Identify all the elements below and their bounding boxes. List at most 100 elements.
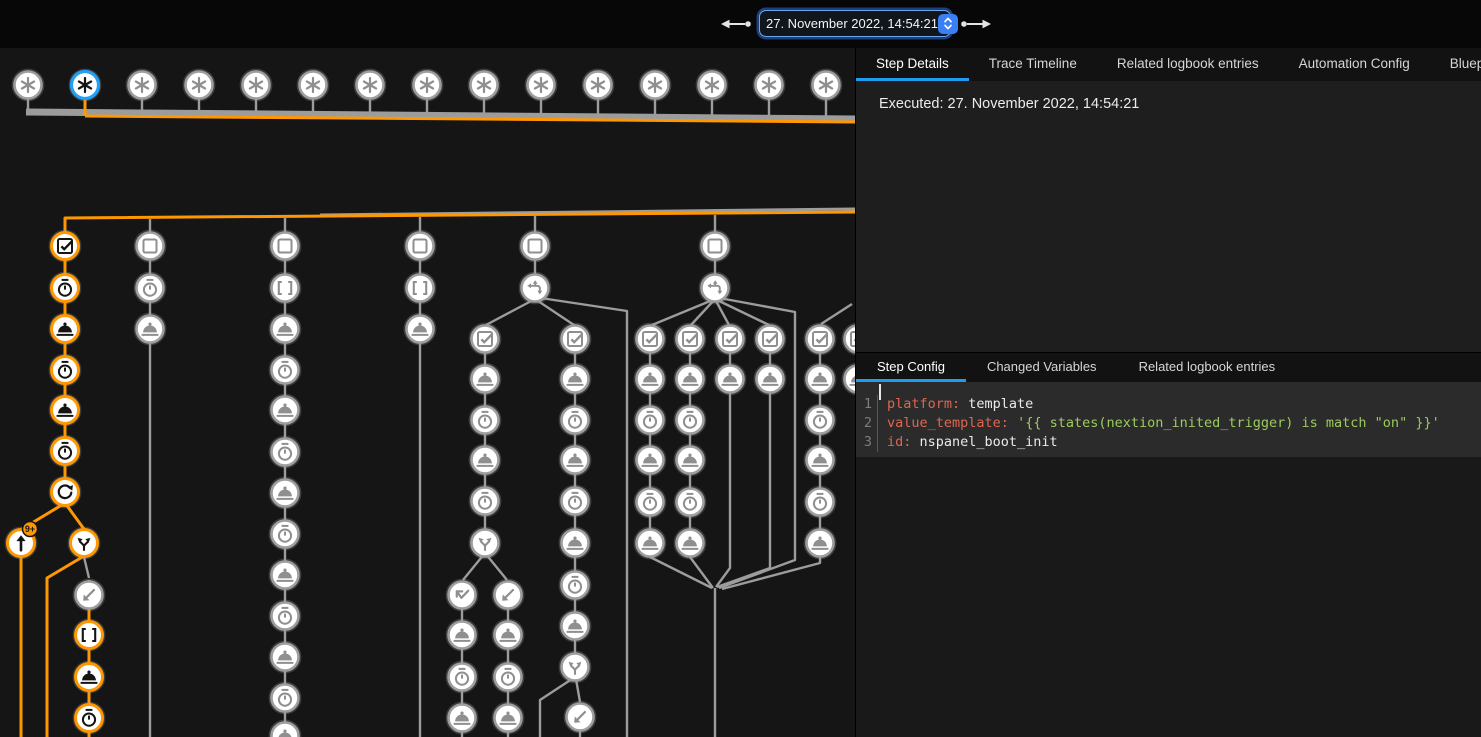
trace-node-timer[interactable] bbox=[50, 273, 80, 303]
trace-node-timer[interactable] bbox=[560, 405, 590, 435]
trace-node-timer[interactable] bbox=[560, 570, 590, 600]
run-date-select[interactable]: 27. November 2022, 14:54:21 bbox=[759, 10, 951, 37]
trace-node-asterisk[interactable] bbox=[355, 70, 385, 100]
trace-node-choose-arrows[interactable] bbox=[700, 273, 730, 303]
trace-node-timer[interactable] bbox=[470, 405, 500, 435]
tab-trace-timeline[interactable]: Trace Timeline bbox=[969, 48, 1097, 81]
trace-node-checkbox-marked[interactable] bbox=[805, 324, 835, 354]
trace-node-asterisk[interactable] bbox=[754, 70, 784, 100]
trace-node-room-service-bell[interactable] bbox=[560, 445, 590, 475]
trace-node-asterisk[interactable] bbox=[811, 70, 841, 100]
trace-node-checkbox-blank[interactable] bbox=[520, 231, 550, 261]
trace-node-asterisk[interactable] bbox=[640, 70, 670, 100]
trace-node-checkbox-blank[interactable] bbox=[700, 231, 730, 261]
trace-node-room-service-bell[interactable] bbox=[470, 445, 500, 475]
trace-node-room-service-bell[interactable] bbox=[270, 560, 300, 590]
yaml-code-editor[interactable]: 1platform: template2value_template: '{{ … bbox=[856, 382, 1481, 457]
trace-node-checkbox-marked[interactable] bbox=[560, 324, 590, 354]
trace-node-timer[interactable] bbox=[805, 487, 835, 517]
trace-node-code-brackets[interactable] bbox=[405, 273, 435, 303]
trace-node-room-service-bell[interactable] bbox=[405, 314, 435, 344]
trace-node-timer[interactable] bbox=[135, 273, 165, 303]
trace-node-room-service-bell[interactable] bbox=[470, 364, 500, 394]
trace-node-timer[interactable] bbox=[635, 405, 665, 435]
trace-node-arrow-bottom-left[interactable] bbox=[493, 580, 523, 610]
trace-node-checkbox-marked[interactable] bbox=[675, 324, 705, 354]
trace-node-timer[interactable] bbox=[50, 436, 80, 466]
tab-related-logbook-entries[interactable]: Related logbook entries bbox=[1118, 353, 1297, 382]
tab-changed-variables[interactable]: Changed Variables bbox=[966, 353, 1118, 382]
trace-node-asterisk[interactable] bbox=[583, 70, 613, 100]
trace-node-asterisk[interactable] bbox=[298, 70, 328, 100]
trace-node-room-service-bell[interactable] bbox=[635, 364, 665, 394]
trace-node-room-service-bell[interactable] bbox=[755, 364, 785, 394]
trace-node-room-service-bell[interactable] bbox=[50, 314, 80, 344]
trace-node-arrow-bottom-left[interactable] bbox=[74, 580, 104, 610]
tab-related-logbook-entries[interactable]: Related logbook entries bbox=[1097, 48, 1279, 81]
trace-node-code-brackets[interactable] bbox=[270, 273, 300, 303]
trace-node-room-service-bell[interactable] bbox=[560, 611, 590, 641]
trace-node-checkbox-marked[interactable] bbox=[50, 231, 80, 261]
trace-node-asterisk[interactable] bbox=[412, 70, 442, 100]
trace-node-timer[interactable] bbox=[270, 355, 300, 385]
trace-node-timer[interactable] bbox=[447, 662, 477, 692]
trace-node-room-service-bell[interactable] bbox=[270, 314, 300, 344]
trace-node-code-brackets[interactable] bbox=[74, 620, 104, 650]
tab-automation-config[interactable]: Automation Config bbox=[1279, 48, 1430, 81]
trace-node-room-service-bell[interactable] bbox=[135, 314, 165, 344]
trace-node-call-missed[interactable] bbox=[447, 580, 477, 610]
trace-node-room-service-bell[interactable] bbox=[270, 478, 300, 508]
trace-node-checkbox-marked[interactable] bbox=[843, 324, 855, 354]
trace-node-asterisk[interactable] bbox=[697, 70, 727, 100]
trace-node-arrow-decision[interactable] bbox=[560, 652, 590, 682]
trace-node-room-service-bell[interactable] bbox=[715, 364, 745, 394]
trace-node-checkbox-marked[interactable] bbox=[470, 324, 500, 354]
trace-node-timer[interactable] bbox=[560, 486, 590, 516]
trace-node-checkbox-marked[interactable] bbox=[715, 324, 745, 354]
trace-node-timer[interactable] bbox=[675, 405, 705, 435]
trace-node-timer[interactable] bbox=[635, 487, 665, 517]
trace-node-asterisk[interactable] bbox=[127, 70, 157, 100]
trace-node-room-service-bell[interactable] bbox=[805, 528, 835, 558]
trace-node-choose-arrows[interactable] bbox=[520, 273, 550, 303]
trace-node-checkbox-marked[interactable] bbox=[755, 324, 785, 354]
trace-node-timer[interactable] bbox=[675, 487, 705, 517]
trace-node-asterisk[interactable] bbox=[70, 70, 100, 100]
trace-node-checkbox-blank[interactable] bbox=[405, 231, 435, 261]
trace-node-timer[interactable] bbox=[270, 519, 300, 549]
trace-node-room-service-bell[interactable] bbox=[270, 395, 300, 425]
trace-node-arrow-bottom-left[interactable] bbox=[565, 702, 595, 732]
trace-node-checkbox-marked[interactable] bbox=[635, 324, 665, 354]
trace-node-room-service-bell[interactable] bbox=[560, 364, 590, 394]
tab-step-config[interactable]: Step Config bbox=[856, 353, 966, 382]
trace-node-arrow-decision[interactable] bbox=[470, 528, 500, 558]
trace-node-asterisk[interactable] bbox=[184, 70, 214, 100]
trace-node-checkbox-blank[interactable] bbox=[135, 231, 165, 261]
trace-node-arrow-decision[interactable] bbox=[69, 528, 99, 558]
trace-node-room-service-bell[interactable] bbox=[635, 445, 665, 475]
trace-node-asterisk[interactable] bbox=[526, 70, 556, 100]
next-run-button[interactable] bbox=[960, 17, 992, 31]
trace-node-timer[interactable] bbox=[270, 437, 300, 467]
tab-blueprint-config[interactable]: Blueprint Config bbox=[1430, 48, 1481, 81]
trace-node-timer[interactable] bbox=[493, 662, 523, 692]
trace-node-asterisk[interactable] bbox=[13, 70, 43, 100]
trace-node-room-service-bell[interactable] bbox=[270, 721, 300, 737]
trace-node-room-service-bell[interactable] bbox=[635, 528, 665, 558]
trace-node-room-service-bell[interactable] bbox=[74, 662, 104, 692]
trace-node-checkbox-blank[interactable] bbox=[270, 231, 300, 261]
trace-node-room-service-bell[interactable] bbox=[675, 364, 705, 394]
trace-node-room-service-bell[interactable] bbox=[560, 528, 590, 558]
trace-node-room-service-bell[interactable] bbox=[447, 703, 477, 733]
trace-node-room-service-bell[interactable] bbox=[493, 703, 523, 733]
trace-node-timer[interactable] bbox=[270, 601, 300, 631]
trace-node-room-service-bell[interactable] bbox=[805, 445, 835, 475]
trace-node-room-service-bell[interactable] bbox=[675, 528, 705, 558]
trace-node-timer[interactable] bbox=[805, 405, 835, 435]
trace-node-repeat[interactable] bbox=[50, 477, 80, 507]
trace-node-timer[interactable] bbox=[74, 703, 104, 733]
previous-run-button[interactable] bbox=[720, 17, 752, 31]
trace-node-room-service-bell[interactable] bbox=[843, 364, 855, 394]
trace-node-timer[interactable] bbox=[270, 683, 300, 713]
trace-node-room-service-bell[interactable] bbox=[805, 364, 835, 394]
